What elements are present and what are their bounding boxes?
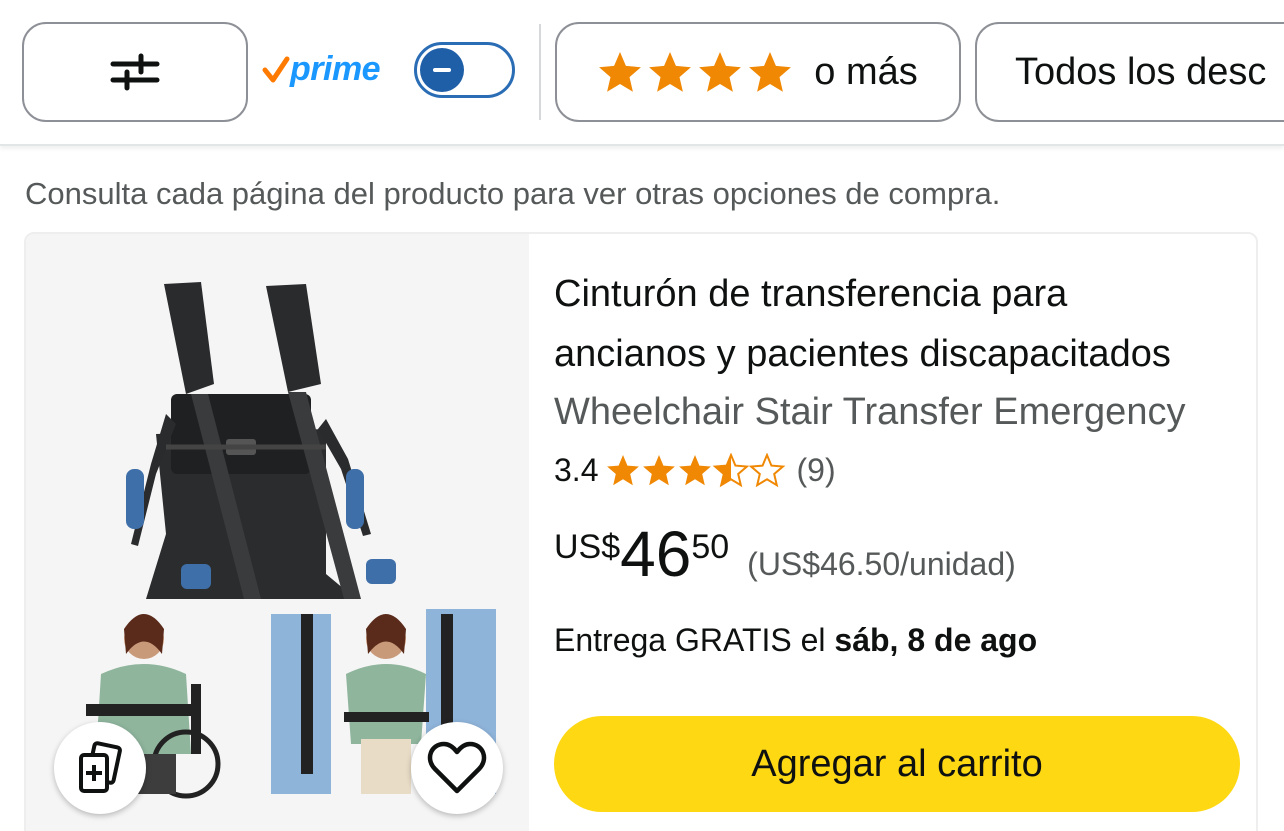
product-title[interactable]: Cinturón de transferencia para ancianos …	[554, 264, 1244, 384]
filters-button[interactable]	[22, 22, 248, 122]
product-rating[interactable]: 3.4 (9)	[554, 452, 836, 489]
add-to-compare-icon	[79, 741, 122, 793]
discount-filter-label: Todos los desc	[1015, 50, 1267, 93]
add-to-compare-button[interactable]	[54, 722, 146, 814]
product-image[interactable]	[26, 234, 529, 831]
prime-filter-label[interactable]: prime	[262, 50, 381, 89]
product-price: US$ 46 50 (US$46.50/unidad)	[554, 518, 1016, 590]
stars-filter-button[interactable]: o más	[555, 22, 961, 122]
four-stars-icon	[599, 52, 792, 92]
heart-icon	[427, 741, 487, 794]
price-whole: 46	[620, 518, 692, 590]
delivery-info: Entrega GRATIS el sáb, 8 de ago	[554, 622, 1037, 659]
stars-filter-label: o más	[814, 50, 918, 93]
product-card[interactable]: Cinturón de transferencia para ancianos …	[24, 232, 1258, 831]
filter-divider	[539, 24, 541, 120]
rating-stars-icon	[607, 453, 785, 486]
check-icon	[262, 56, 290, 82]
purchase-options-notice: Consulta cada página del producto para v…	[25, 176, 1001, 211]
prime-logo-text: prime	[290, 50, 381, 88]
wishlist-button[interactable]	[411, 722, 503, 814]
rating-count: (9)	[796, 452, 836, 488]
product-subtitle[interactable]: Wheelchair Stair Transfer Emergency	[554, 384, 1244, 440]
minus-icon	[420, 48, 464, 92]
rating-value: 3.4	[554, 452, 599, 488]
price-currency: US$	[554, 528, 621, 566]
sliders-icon	[110, 53, 160, 91]
price-fraction: 50	[691, 528, 730, 566]
product-title-line-1: Cinturón de transferencia para	[554, 273, 1068, 315]
delivery-date: sáb, 8 de ago	[834, 622, 1038, 658]
filter-bar: prime o más Todos los desc	[0, 0, 1284, 146]
add-to-cart-button[interactable]: Agregar al carrito	[554, 716, 1240, 812]
prime-toggle[interactable]	[414, 42, 515, 98]
unit-price: (US$46.50/unidad)	[747, 546, 1016, 582]
discount-filter-button[interactable]: Todos los desc	[975, 22, 1284, 122]
delivery-prefix: Entrega GRATIS el	[554, 622, 835, 658]
product-title-line-2: ancianos y pacientes discapacitados	[554, 333, 1171, 375]
